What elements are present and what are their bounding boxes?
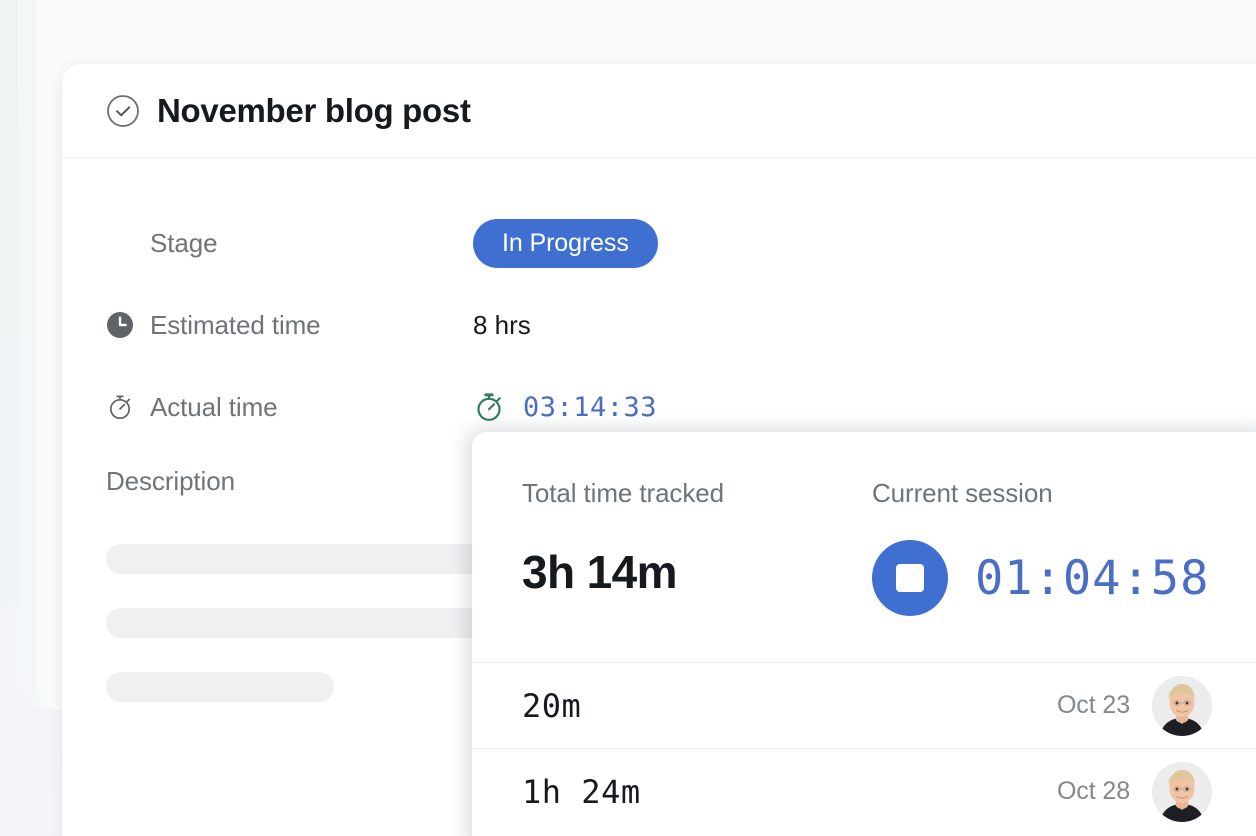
time-entry-duration: 1h 24m	[522, 773, 1057, 811]
actual-time-timer: 03:14:33	[523, 392, 657, 423]
total-time-column: Total time tracked 3h 14m	[522, 478, 872, 662]
actual-time-label: Actual time	[150, 392, 278, 423]
time-entry-row[interactable]: 20m Oct 23	[472, 662, 1256, 748]
estimated-time-label-group: Estimated time	[106, 310, 473, 341]
property-list: Stage In Progress Estimated time	[62, 158, 1256, 448]
stop-timer-button[interactable]	[872, 540, 948, 616]
time-entry-date: Oct 28	[1057, 777, 1130, 806]
current-session-timer: 01:04:58	[975, 551, 1209, 606]
actual-time-label-group: Actual time	[106, 392, 473, 423]
session-timer-row: 01:04:58	[872, 540, 1256, 616]
estimated-time-label: Estimated time	[150, 310, 321, 341]
stage-label: Stage	[150, 228, 217, 259]
estimated-time-value[interactable]: 8 hrs	[473, 310, 531, 341]
actual-time-value[interactable]: 03:14:33	[473, 391, 657, 423]
screenshot-root: November blog post Stage In Progress	[0, 0, 1256, 836]
page-title: November blog post	[157, 92, 471, 130]
total-time-caption: Total time tracked	[522, 478, 872, 509]
time-entry-row[interactable]: 1h 24m Oct 28	[472, 748, 1256, 834]
check-circle-icon[interactable]	[106, 94, 140, 128]
time-tracking-panel: Total time tracked 3h 14m Current sessio…	[472, 432, 1256, 836]
current-session-column: Current session 01:04:58	[872, 478, 1256, 662]
time-panel-summary: Total time tracked 3h 14m Current sessio…	[472, 432, 1256, 662]
total-time-value: 3h 14m	[522, 545, 872, 599]
time-entry-duration: 20m	[522, 687, 1057, 725]
avatar[interactable]	[1152, 676, 1212, 736]
stopwatch-icon	[106, 393, 134, 421]
stage-label-group: Stage	[106, 228, 473, 259]
avatar[interactable]	[1152, 762, 1212, 822]
status-badge[interactable]: In Progress	[473, 219, 658, 268]
stage-value: In Progress	[473, 219, 658, 268]
property-row-stage: Stage In Progress	[106, 202, 1256, 284]
clock-icon	[106, 311, 134, 339]
skeleton-line	[106, 672, 334, 702]
time-entry-date: Oct 23	[1057, 691, 1130, 720]
stopwatch-green-icon	[473, 391, 505, 423]
stop-square-icon	[896, 564, 924, 592]
card-header: November blog post	[62, 64, 1256, 158]
current-session-caption: Current session	[872, 478, 1256, 509]
property-row-estimated-time: Estimated time 8 hrs	[106, 284, 1256, 366]
